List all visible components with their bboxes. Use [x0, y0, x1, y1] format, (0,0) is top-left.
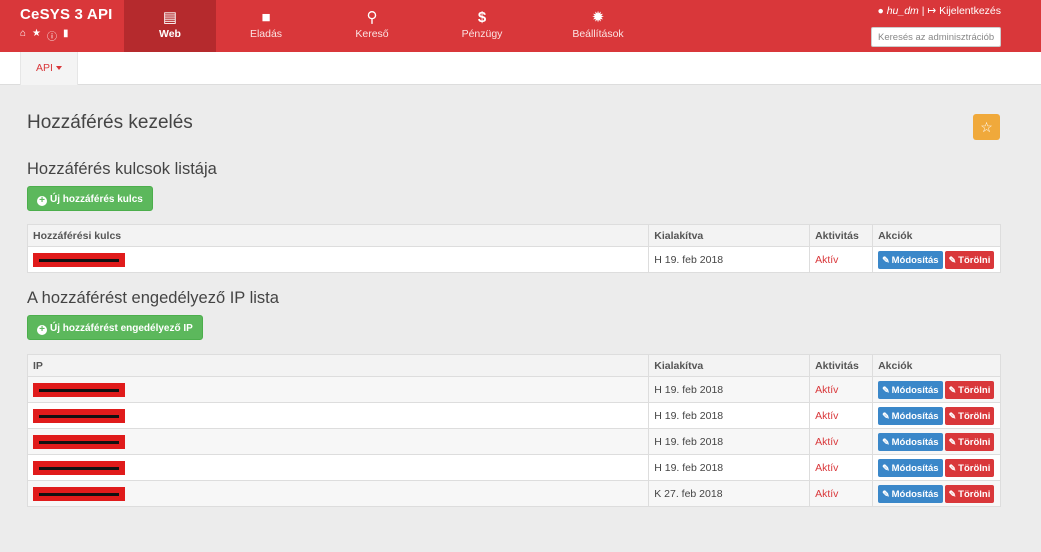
redacted-ip: [33, 460, 125, 475]
delete-button[interactable]: ✎ Törölni: [944, 406, 995, 425]
keys-table: Hozzáférési kulcs Kialakítva Aktivitás A…: [26, 224, 1001, 273]
nav-item-kereso[interactable]: ⚲ Kereső: [326, 0, 418, 52]
redacted-ip: [33, 434, 125, 449]
table-row: H 19. feb 2018 Aktív ✎ Módosítás ✎ Törölni: [26, 246, 1001, 273]
table-row: H 19. feb 2018 Aktív ✎ Módosítás ✎ Törölni: [26, 402, 1001, 429]
delete-button[interactable]: ✎ Törölni: [944, 250, 995, 269]
status-text: Aktív: [809, 428, 874, 455]
status-text: Aktív: [809, 480, 874, 507]
edit-icon: ✎: [948, 384, 957, 395]
column-header-activity: Aktivitás: [809, 224, 874, 247]
edit-icon: ✎: [882, 488, 890, 499]
delete-button[interactable]: ✎ Törölni: [944, 432, 995, 451]
edit-icon: ✎: [882, 410, 890, 421]
redacted-ip: [33, 486, 125, 501]
table-row: K 27. feb 2018 Aktív ✎ Módosítás ✎ Törölni: [26, 480, 1001, 507]
redacted-ip: [33, 382, 125, 397]
redacted-key: [33, 252, 125, 267]
username-link[interactable]: hu_dm: [887, 5, 919, 17]
edit-icon: ✎: [882, 436, 890, 447]
keys-section-title: Hozzáférés kulcsok listája: [27, 160, 217, 178]
edit-button[interactable]: ✎ Módosítás: [878, 432, 943, 451]
caret-down-icon: [55, 66, 62, 71]
edit-icon: ✎: [948, 436, 957, 447]
nav-item-web[interactable]: ▤ Web: [124, 0, 216, 52]
brand-title: CeSYS 3 API: [20, 6, 113, 23]
edit-icon: ✎: [882, 254, 890, 265]
home-icon[interactable]: ⌂: [20, 28, 29, 43]
edit-button[interactable]: ✎ Módosítás: [878, 458, 943, 477]
edit-button[interactable]: ✎ Módosítás: [878, 484, 943, 503]
edit-icon: ✎: [948, 462, 957, 473]
star-icon: ☆: [980, 119, 993, 135]
edit-icon: ✎: [882, 384, 890, 395]
status-text: Aktív: [809, 246, 874, 273]
edit-icon: ✎: [948, 254, 957, 265]
star-icon[interactable]: ★: [32, 28, 44, 43]
column-header-activity: Aktivitás: [809, 354, 874, 377]
top-navbar: CeSYS 3 API ⌂ ★ ⓘ ▮ ▤ Web ■ Eladás ⚲ Ker…: [0, 0, 1041, 52]
gear-icon: ✹: [591, 9, 605, 26]
delete-button[interactable]: ✎ Törölni: [944, 380, 995, 399]
column-header-actions: Akciók: [872, 224, 1001, 247]
user-area: ● hu_dm | ↦ Kijelentkezés: [877, 5, 1001, 17]
nav-item-beallitasok[interactable]: ✹ Beállítások: [552, 0, 644, 52]
column-header-key: Hozzáférési kulcs: [26, 224, 650, 247]
edit-button[interactable]: ✎ Módosítás: [878, 380, 943, 399]
redacted-ip: [33, 408, 125, 423]
status-text: Aktív: [809, 402, 874, 429]
table-row: H 19. feb 2018 Aktív ✎ Módosítás ✎ Törölni: [26, 428, 1001, 455]
plus-circle-icon: +: [37, 325, 47, 335]
ip-table: IP Kialakítva Aktivitás Akciók H 19. feb…: [26, 354, 1001, 507]
plus-circle-icon: +: [37, 196, 47, 206]
table-row: H 19. feb 2018 Aktív ✎ Módosítás ✎ Törölni: [26, 454, 1001, 481]
delete-button[interactable]: ✎ Törölni: [944, 484, 995, 503]
briefcase-icon: ■: [261, 9, 271, 26]
brand[interactable]: CeSYS 3 API ⌂ ★ ⓘ ▮: [0, 0, 124, 52]
column-header-created: Kialakítva: [648, 224, 811, 247]
edit-icon: ✎: [948, 488, 957, 499]
column-header-ip: IP: [26, 354, 650, 377]
chat-icon[interactable]: ▮: [63, 28, 72, 43]
edit-button[interactable]: ✎ Módosítás: [878, 250, 943, 269]
new-key-button[interactable]: + Új hozzáférés kulcs: [27, 186, 153, 211]
ip-section-title: A hozzáférést engedélyező IP lista: [27, 289, 279, 307]
new-ip-button[interactable]: + Új hozzáférést engedélyező IP: [27, 315, 203, 340]
table-row: H 19. feb 2018 Aktív ✎ Módosítás ✎ Törölni: [26, 376, 1001, 403]
web-icon: ▤: [162, 9, 178, 26]
logout-link[interactable]: Kijelentkezés: [939, 5, 1001, 17]
nav-item-eladas[interactable]: ■ Eladás: [220, 0, 312, 52]
user-icon: ●: [877, 5, 884, 17]
api-dropdown[interactable]: API: [20, 52, 78, 85]
column-header-actions: Akciók: [872, 354, 1001, 377]
dollar-icon: $: [477, 9, 487, 26]
edit-button[interactable]: ✎ Módosítás: [878, 406, 943, 425]
logout-icon: ↦: [927, 5, 937, 17]
favorite-button[interactable]: ☆: [973, 114, 1000, 140]
admin-search-input[interactable]: [871, 27, 1001, 47]
sub-navbar: API: [0, 52, 1041, 85]
column-header-created: Kialakítva: [648, 354, 811, 377]
status-text: Aktív: [809, 454, 874, 481]
delete-button[interactable]: ✎ Törölni: [944, 458, 995, 477]
edit-icon: ✎: [882, 462, 890, 473]
info-icon[interactable]: ⓘ: [47, 28, 60, 43]
nav-item-penzugy[interactable]: $ Pénzügy: [436, 0, 528, 52]
page-title: Hozzáférés kezelés: [27, 112, 193, 133]
status-text: Aktív: [809, 376, 874, 403]
search-icon: ⚲: [366, 9, 378, 26]
edit-icon: ✎: [948, 410, 957, 421]
